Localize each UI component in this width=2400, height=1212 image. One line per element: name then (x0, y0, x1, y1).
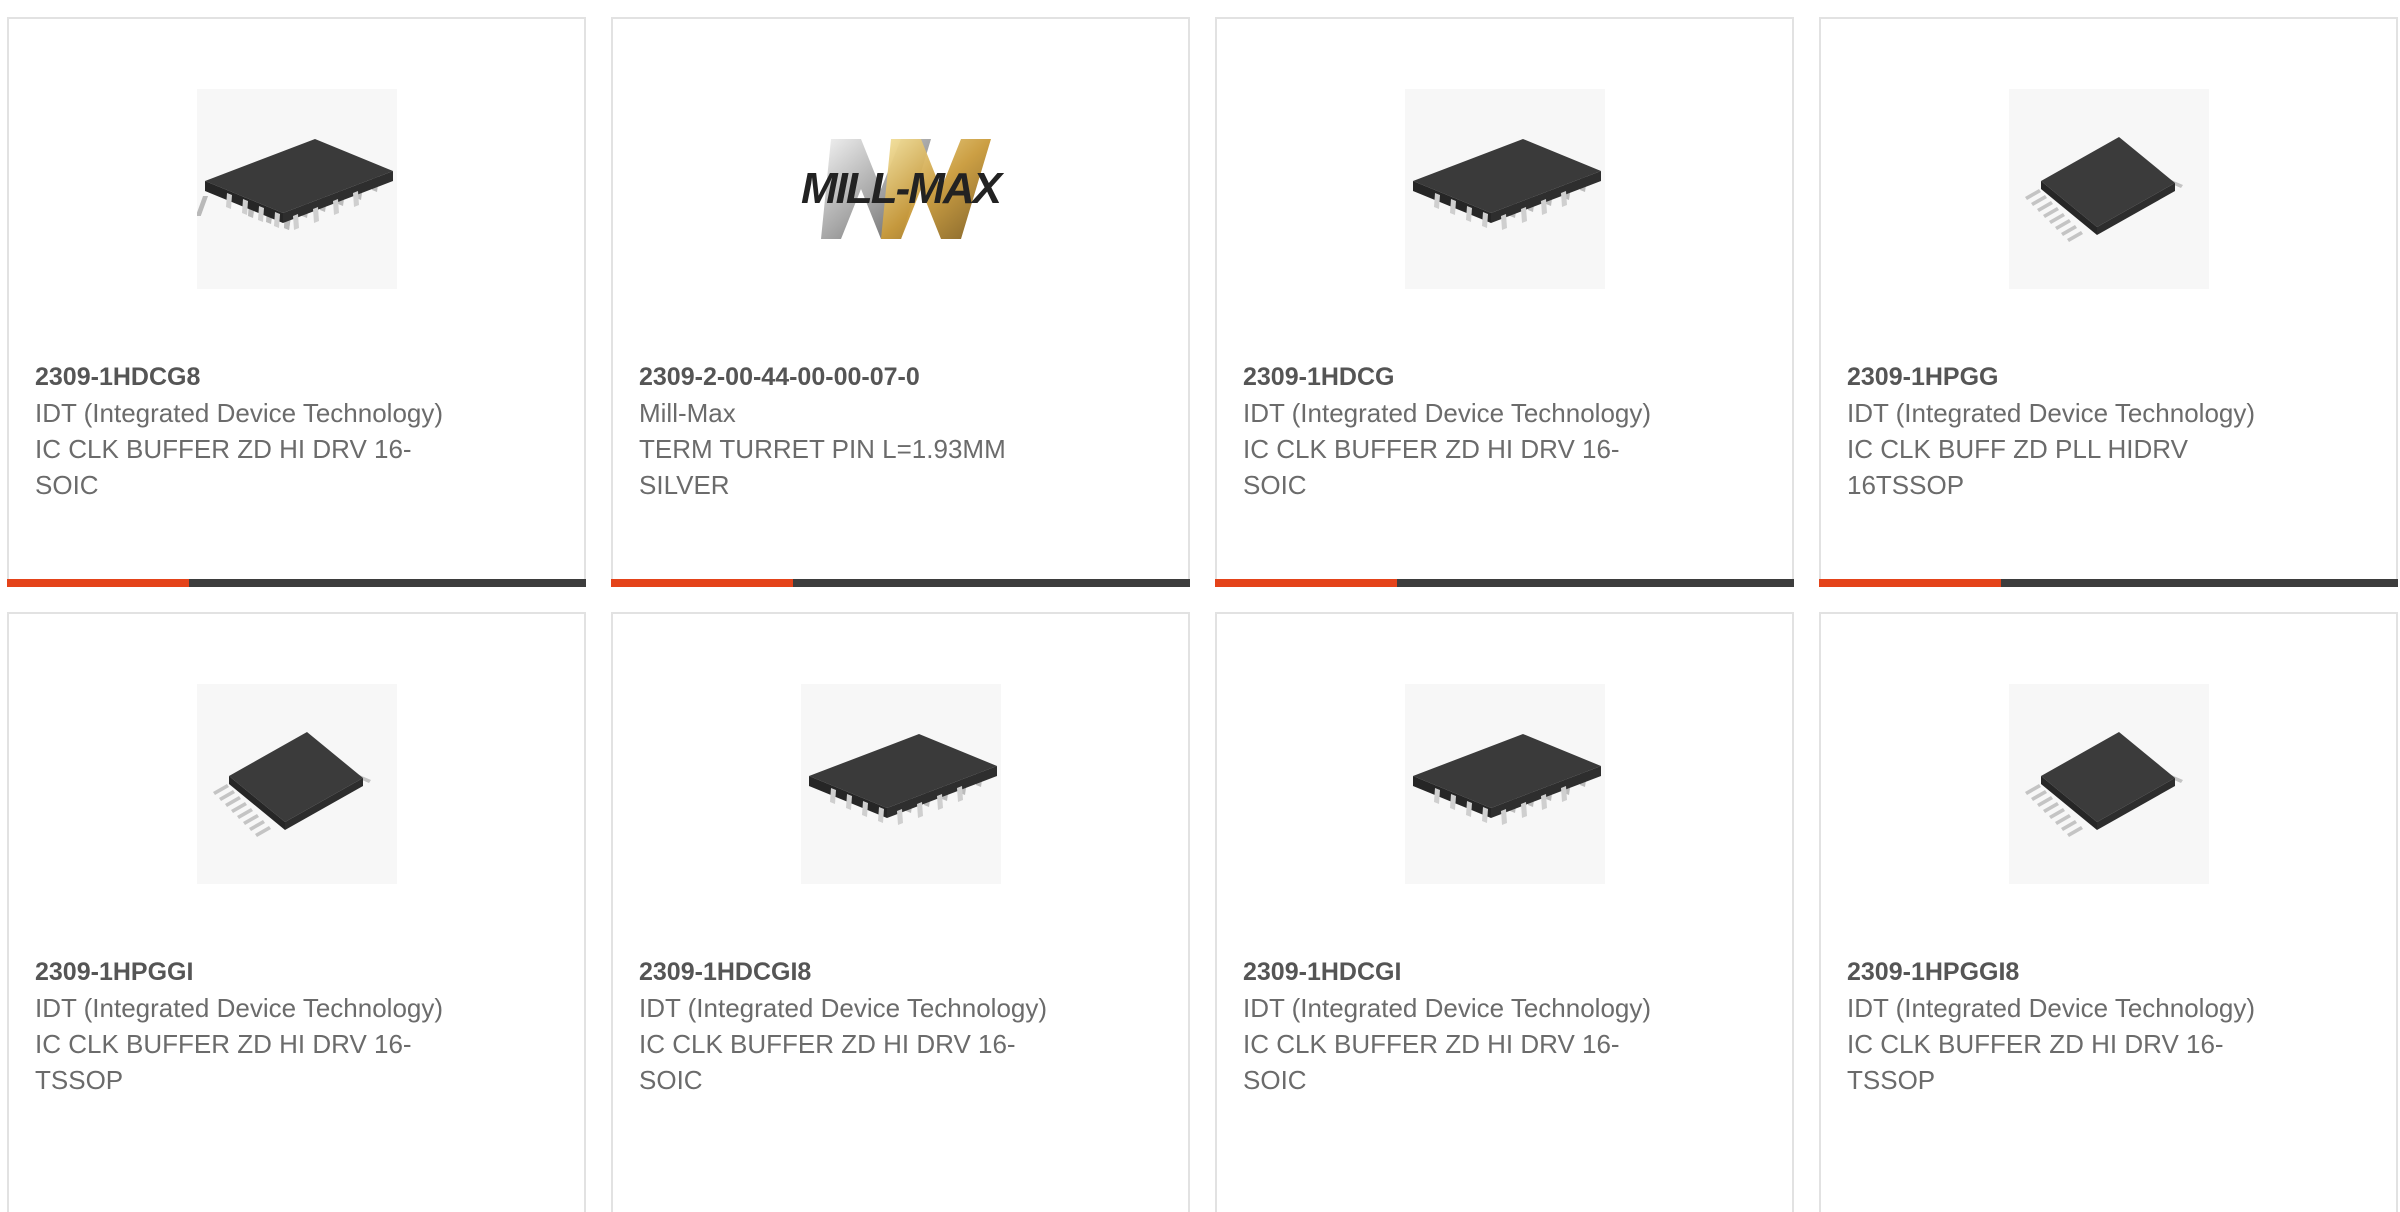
part-number[interactable]: 2309-1HPGGI (35, 954, 465, 990)
product-info: 2309-1HPGGI IDT (Integrated Device Techn… (35, 954, 465, 1098)
product-card[interactable]: 2309-1HDCG IDT (Integrated Device Techno… (1215, 17, 1794, 587)
product-card[interactable]: MILL-MAX 2309-2-00-44-00-00-07-0 Mill-Ma… (611, 17, 1190, 587)
progress-fill (1215, 579, 1398, 587)
product-info: 2309-1HPGG IDT (Integrated Device Techno… (1847, 359, 2277, 503)
description: IC CLK BUFFER ZD HI DRV 16-SOIC (35, 434, 412, 500)
product-card[interactable]: 2309-1HPGGI IDT (Integrated Device Techn… (7, 612, 586, 1212)
logo-text: MILL-MAX (800, 164, 1002, 213)
part-number[interactable]: 2309-1HDCGI (1243, 954, 1673, 990)
product-thumbnail[interactable] (196, 89, 397, 289)
manufacturer: IDT (Integrated Device Technology) (35, 993, 444, 1023)
product-info: 2309-1HDCGI IDT (Integrated Device Techn… (1243, 954, 1673, 1098)
mill-max-logo: MILL-MAX (800, 129, 1002, 249)
manufacturer: Mill-Max (639, 398, 736, 428)
description: IC CLK BUFFER ZD HI DRV 16-TSSOP (35, 1029, 412, 1095)
manufacturer: IDT (Integrated Device Technology) (1847, 398, 2256, 428)
manufacturer: IDT (Integrated Device Technology) (1243, 993, 1652, 1023)
product-card[interactable]: 2309-1HPGG IDT (Integrated Device Techno… (1819, 17, 2398, 587)
part-number[interactable]: 2309-1HDCGI8 (639, 954, 1069, 990)
tssop-chip-icon (212, 732, 371, 837)
product-info: 2309-1HDCG8 IDT (Integrated Device Techn… (35, 359, 465, 503)
product-card[interactable]: 2309-1HPGGI8 IDT (Integrated Device Tech… (1819, 612, 2398, 1212)
product-thumbnail[interactable] (1404, 684, 1605, 884)
product-info: 2309-1HDCG IDT (Integrated Device Techno… (1243, 359, 1673, 503)
product-grid: 2309-1HDCG8 IDT (Integrated Device Techn… (7, 17, 2400, 1212)
product-card[interactable]: 2309-1HDCGI IDT (Integrated Device Techn… (1215, 612, 1794, 1212)
soic-chip-icon (1412, 139, 1601, 230)
product-card[interactable]: 2309-1HDCGI8 IDT (Integrated Device Tech… (611, 612, 1190, 1212)
progress-bar (1819, 579, 2398, 587)
description: IC CLK BUFFER ZD HI DRV 16-SOIC (1243, 1029, 1620, 1095)
description: IC CLK BUFFER ZD HI DRV 16-TSSOP (1847, 1029, 2224, 1095)
product-thumbnail[interactable] (2008, 684, 2209, 884)
manufacturer: IDT (Integrated Device Technology) (1847, 993, 2256, 1023)
tssop-chip-icon (2024, 137, 2183, 242)
progress-bar (7, 579, 586, 587)
part-number[interactable]: 2309-1HPGGI8 (1847, 954, 2277, 990)
progress-fill (7, 579, 190, 587)
part-number[interactable]: 2309-1HPGG (1847, 359, 2277, 395)
product-info: 2309-2-00-44-00-00-07-0 Mill-Max TERM TU… (639, 359, 1069, 503)
description: IC CLK BUFFER ZD HI DRV 16-SOIC (639, 1029, 1016, 1095)
product-thumbnail[interactable] (2008, 89, 2209, 289)
part-number[interactable]: 2309-1HDCG8 (35, 359, 465, 395)
soic-chip-icon (808, 734, 997, 825)
part-number[interactable]: 2309-2-00-44-00-00-07-0 (639, 359, 1069, 395)
description: IC CLK BUFFER ZD HI DRV 16-SOIC (1243, 434, 1620, 500)
part-number[interactable]: 2309-1HDCG (1243, 359, 1673, 395)
progress-fill (611, 579, 794, 587)
soic-chip-icon (196, 139, 393, 230)
soic-chip-icon (1412, 734, 1601, 825)
product-card[interactable]: 2309-1HDCG8 IDT (Integrated Device Techn… (7, 17, 586, 587)
product-thumbnail[interactable]: MILL-MAX (800, 89, 1002, 289)
progress-bar (611, 579, 1190, 587)
description: TERM TURRET PIN L=1.93MM SILVER (639, 434, 1006, 500)
product-thumbnail[interactable] (196, 684, 397, 884)
description: IC CLK BUFF ZD PLL HIDRV 16TSSOP (1847, 434, 2188, 500)
product-info: 2309-1HPGGI8 IDT (Integrated Device Tech… (1847, 954, 2277, 1098)
product-thumbnail[interactable] (800, 684, 1001, 884)
progress-fill (1819, 579, 2002, 587)
manufacturer: IDT (Integrated Device Technology) (639, 993, 1048, 1023)
tssop-chip-icon (2024, 732, 2183, 837)
product-info: 2309-1HDCGI8 IDT (Integrated Device Tech… (639, 954, 1069, 1098)
product-thumbnail[interactable] (1404, 89, 1605, 289)
progress-bar (1215, 579, 1794, 587)
manufacturer: IDT (Integrated Device Technology) (35, 398, 444, 428)
manufacturer: IDT (Integrated Device Technology) (1243, 398, 1652, 428)
